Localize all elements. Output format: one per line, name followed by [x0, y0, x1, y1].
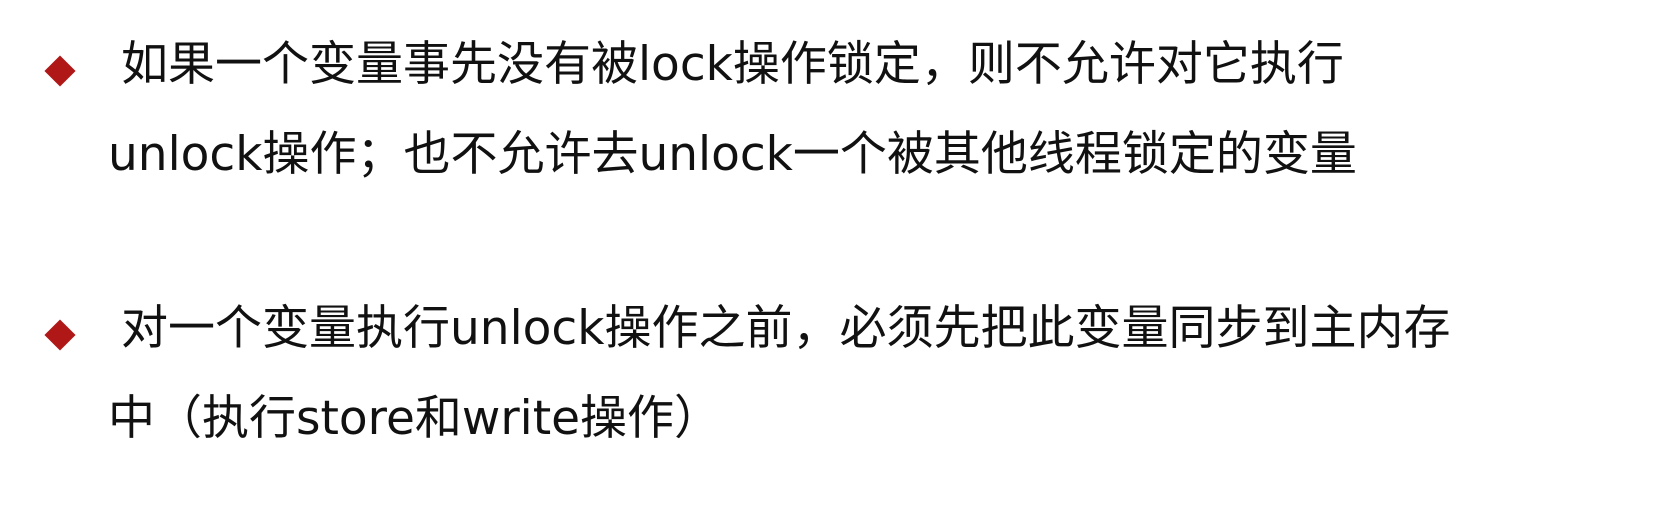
bullet-line: 如果一个变量事先没有被lock操作锁定，则不允许对它执行	[121, 37, 1344, 92]
bullet-line: 中（执行store和write操作）	[108, 391, 722, 446]
bullet-text: 如果一个变量事先没有被lock操作锁定，则不允许对它执行 unlock操作；也不…	[108, 20, 1608, 200]
bullet-line: 对一个变量执行unlock操作之前，必须先把此变量同步到主内存	[121, 301, 1451, 356]
diamond-bullet-icon	[44, 55, 76, 87]
bullet-text: 对一个变量执行unlock操作之前，必须先把此变量同步到主内存 中（执行stor…	[108, 284, 1608, 464]
bullet-line: unlock操作；也不允许去unlock一个被其他线程锁定的变量	[108, 127, 1357, 182]
diamond-bullet-icon	[44, 319, 76, 351]
slide: 如果一个变量事先没有被lock操作锁定，则不允许对它执行 unlock操作；也不…	[0, 0, 1655, 509]
